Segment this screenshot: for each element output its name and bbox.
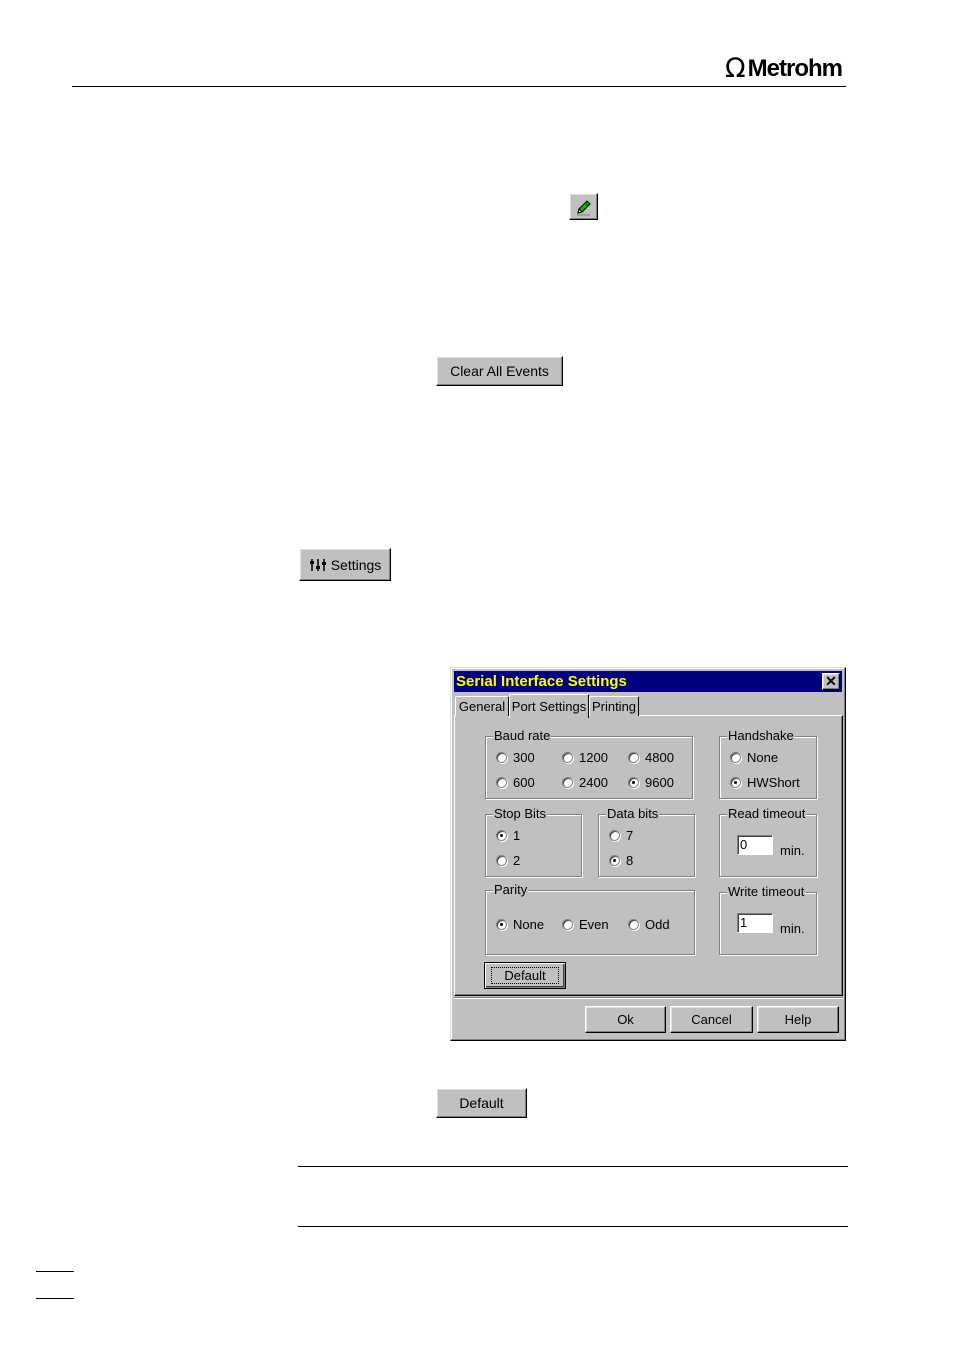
omega-logo-icon: Ω (725, 53, 746, 84)
radio-label: 300 (513, 750, 535, 765)
help-button[interactable]: Help (757, 1006, 839, 1033)
radio-indicator (496, 752, 507, 763)
radio-label: 2 (513, 853, 521, 868)
radio-indicator (628, 919, 639, 930)
clear-all-events-button[interactable]: Clear All Events (436, 356, 563, 386)
close-button[interactable]: ✕ (822, 673, 840, 690)
parity-odd-radio[interactable]: Odd (628, 917, 670, 932)
radio-label: Odd (645, 917, 670, 932)
stop-bits-label: Stop Bits (493, 806, 548, 821)
note-rule-top (298, 1166, 848, 1167)
default-button[interactable]: Default (436, 1088, 527, 1118)
handshake-hwshort-radio[interactable]: HWShort (730, 775, 800, 790)
stop-bits-2-radio[interactable]: 2 (496, 853, 520, 868)
header-divider (72, 86, 846, 87)
handshake-none-radio[interactable]: None (730, 750, 778, 765)
radio-indicator (562, 752, 573, 763)
edit-button[interactable] (569, 193, 598, 220)
dialog-default-button[interactable]: Default (484, 962, 566, 989)
radio-label: None (513, 917, 545, 932)
data-bits-group: Data bits 7 8 (598, 807, 695, 877)
parity-none-radio[interactable]: None (496, 917, 544, 932)
pencil-icon (576, 199, 591, 215)
radio-label: 4800 (645, 750, 674, 765)
radio-label: 7 (626, 828, 634, 843)
radio-indicator (562, 919, 573, 930)
baud-4800-radio[interactable]: 4800 (628, 750, 674, 765)
settings-button[interactable]: Settings (299, 548, 391, 581)
serial-interface-settings-dialog: Serial Interface Settings ✕ Baud rate 30… (450, 667, 846, 1041)
radio-indicator (730, 777, 741, 788)
handshake-group: Handshake None HWShort (719, 729, 817, 799)
write-timeout-unit: min. (780, 921, 805, 936)
dialog-default-button-label: Default (491, 967, 559, 984)
write-timeout-input[interactable]: 1 (737, 913, 773, 933)
write-timeout-label: Write timeout (727, 884, 806, 899)
dialog-footer-divider (454, 997, 843, 999)
margin-rule (36, 1298, 74, 1299)
port-settings-panel: Baud rate 300 1200 4800 600 2400 9600 Ha… (454, 715, 843, 996)
baud-300-radio[interactable]: 300 (496, 750, 535, 765)
radio-indicator (496, 777, 507, 788)
radio-label: 1200 (579, 750, 608, 765)
radio-indicator (628, 752, 639, 763)
radio-indicator (609, 830, 620, 841)
radio-label: 8 (626, 853, 634, 868)
tab-port-settings[interactable]: Port Settings (509, 694, 589, 718)
close-icon: ✕ (825, 673, 837, 689)
radio-indicator (730, 752, 741, 763)
data-bits-8-radio[interactable]: 8 (609, 853, 633, 868)
tab-printing[interactable]: Printing (589, 696, 639, 716)
parity-group: Parity None Even Odd (485, 883, 695, 955)
radio-label: HWShort (747, 775, 800, 790)
read-timeout-unit: min. (780, 843, 805, 858)
read-timeout-input[interactable]: 0 (737, 835, 773, 855)
ok-button[interactable]: Ok (585, 1006, 666, 1033)
radio-label: 600 (513, 775, 535, 790)
stop-bits-1-radio[interactable]: 1 (496, 828, 520, 843)
baud-2400-radio[interactable]: 2400 (562, 775, 608, 790)
dialog-titlebar[interactable]: Serial Interface Settings ✕ (454, 671, 842, 692)
margin-rule (36, 1271, 74, 1272)
stop-bits-group: Stop Bits 1 2 (485, 807, 582, 877)
sliders-icon (309, 558, 326, 571)
settings-button-label: Settings (330, 556, 382, 573)
baud-9600-radio[interactable]: 9600 (628, 775, 674, 790)
write-timeout-group: Write timeout 1 min. (719, 885, 817, 955)
radio-indicator (496, 830, 507, 841)
note-rule-bottom (298, 1226, 848, 1227)
handshake-label: Handshake (727, 728, 795, 743)
radio-label: None (747, 750, 779, 765)
radio-label: 2400 (579, 775, 608, 790)
parity-label: Parity (493, 882, 529, 897)
tab-general[interactable]: General (455, 696, 509, 716)
radio-indicator (496, 855, 507, 866)
radio-indicator (562, 777, 573, 788)
radio-indicator (496, 919, 507, 930)
dialog-title: Serial Interface Settings (456, 673, 627, 690)
baud-600-radio[interactable]: 600 (496, 775, 535, 790)
radio-indicator (609, 855, 620, 866)
radio-label: 9600 (645, 775, 674, 790)
baud-rate-group: Baud rate 300 1200 4800 600 2400 9600 (485, 729, 693, 799)
read-timeout-label: Read timeout (727, 806, 807, 821)
brand-name: Metrohm (747, 55, 843, 82)
parity-even-radio[interactable]: Even (562, 917, 609, 932)
metrohm-logo: Ω Metrohm (725, 53, 843, 84)
read-timeout-group: Read timeout 0 min. (719, 807, 817, 877)
cancel-button[interactable]: Cancel (670, 1006, 753, 1033)
baud-rate-label: Baud rate (493, 728, 552, 743)
data-bits-label: Data bits (606, 806, 660, 821)
data-bits-7-radio[interactable]: 7 (609, 828, 633, 843)
radio-label: Even (579, 917, 609, 932)
radio-indicator (628, 777, 639, 788)
radio-label: 1 (513, 828, 521, 843)
baud-1200-radio[interactable]: 1200 (562, 750, 608, 765)
